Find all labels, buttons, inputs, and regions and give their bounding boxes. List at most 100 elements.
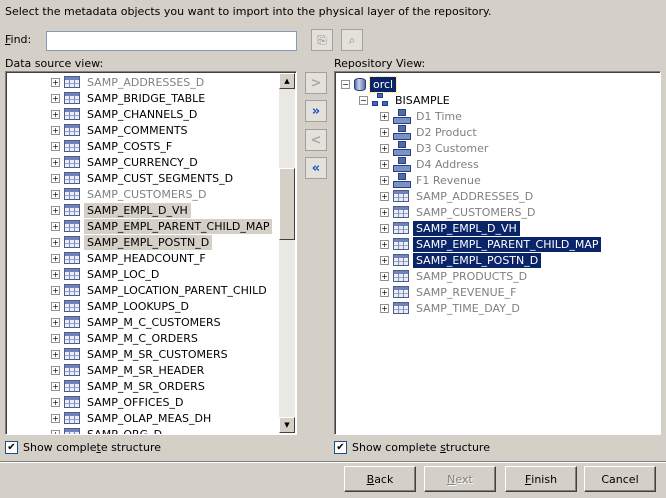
repo-item[interactable]: + D2 Product	[380, 124, 480, 140]
ds-table-item[interactable]: + SAMP_LOC_D	[51, 266, 162, 282]
data-source-tree[interactable]: + SAMP_ADDRESSES_D + SAMP_BRIDGE_TABLE + SAMP…	[5, 71, 297, 435]
expand-icon[interactable]: +	[51, 301, 60, 311]
ds-table-item[interactable]: + SAMP_M_C_ORDERS	[51, 330, 201, 346]
ds-table-item[interactable]: + SAMP_CURRENCY_D	[51, 154, 201, 170]
scroll-down-button[interactable]: ▼	[279, 417, 295, 433]
tree-node-bisample[interactable]: − BISAMPLE	[359, 92, 453, 108]
ds-table-item[interactable]: + SAMP_ADDRESSES_D	[51, 74, 207, 90]
repo-item[interactable]: + SAMP_ADDRESSES_D	[380, 188, 536, 204]
repo-item[interactable]: + SAMP_CUSTOMERS_D	[380, 204, 538, 220]
table-icon	[64, 220, 80, 232]
scroll-up-button[interactable]: ▲	[279, 73, 295, 89]
expand-icon[interactable]: +	[51, 413, 60, 423]
repo-item[interactable]: + D4 Address	[380, 156, 482, 172]
expand-icon[interactable]: +	[51, 397, 60, 407]
repo-show-complete-structure-checkbox[interactable]: ✔ Show complete structure	[334, 441, 490, 454]
expand-icon[interactable]: +	[380, 271, 389, 281]
ds-table-item[interactable]: + SAMP_M_SR_CUSTOMERS	[51, 346, 231, 362]
expand-icon[interactable]: +	[380, 111, 389, 121]
expand-icon[interactable]: +	[51, 109, 60, 119]
expand-icon[interactable]: +	[380, 159, 389, 169]
repo-item[interactable]: + D1 Time	[380, 108, 465, 124]
ds-table-item[interactable]: + SAMP_M_SR_ORDERS	[51, 378, 208, 394]
remove-all-button[interactable]: «	[305, 157, 327, 179]
ds-table-item[interactable]: + SAMP_LOCATION_PARENT_CHILD	[51, 282, 270, 298]
expand-icon[interactable]: +	[51, 189, 60, 199]
ds-table-item[interactable]: + SAMP_LOOKUPS_D	[51, 298, 192, 314]
expand-icon[interactable]: +	[380, 207, 389, 217]
ds-table-item[interactable]: + SAMP_EMPL_POSTN_D	[51, 234, 213, 250]
next-button[interactable]: Next	[424, 466, 496, 492]
find-next-icon[interactable]: ⎘	[311, 29, 333, 51]
ds-table-item[interactable]: + SAMP_ORG_D	[51, 426, 165, 434]
expand-icon[interactable]: +	[51, 381, 60, 391]
repo-item[interactable]: + F1 Revenue	[380, 172, 484, 188]
expand-icon[interactable]: +	[380, 143, 389, 153]
finish-button[interactable]: Finish	[505, 466, 577, 492]
scroll-thumb[interactable]	[279, 168, 295, 240]
find-input[interactable]	[46, 31, 297, 51]
expand-icon[interactable]: +	[380, 255, 389, 265]
expand-icon[interactable]: +	[51, 269, 60, 279]
ds-table-item[interactable]: + SAMP_OLAP_MEAS_DH	[51, 410, 214, 426]
add-all-button[interactable]: »	[305, 100, 327, 122]
repository-tree[interactable]: − orcl − BISAMPLE + D1 Time + D2 Product + D3…	[334, 71, 661, 435]
expand-icon[interactable]: +	[51, 157, 60, 167]
expand-icon[interactable]: +	[380, 175, 389, 185]
expand-icon[interactable]: +	[51, 365, 60, 375]
ds-table-item[interactable]: + SAMP_BRIDGE_TABLE	[51, 90, 208, 106]
expand-icon[interactable]: +	[51, 285, 60, 295]
expand-icon[interactable]: +	[51, 317, 60, 327]
expand-icon[interactable]: +	[51, 221, 60, 231]
remove-selected-button[interactable]: <	[305, 129, 327, 151]
table-icon	[64, 412, 80, 424]
expand-icon[interactable]: +	[380, 127, 389, 137]
cancel-button[interactable]: Cancel	[584, 466, 656, 492]
expand-icon[interactable]: +	[51, 349, 60, 359]
collapse-icon[interactable]: −	[341, 79, 350, 89]
repo-item[interactable]: + SAMP_EMPL_PARENT_CHILD_MAP	[380, 236, 602, 252]
expand-icon[interactable]: +	[380, 223, 389, 233]
repo-item[interactable]: + SAMP_TIME_DAY_D	[380, 300, 523, 316]
repo-item[interactable]: + SAMP_EMPL_D_VH	[380, 220, 520, 236]
ds-show-complete-structure-checkbox[interactable]: ✔ Show complete structure	[5, 441, 161, 454]
expand-icon[interactable]: +	[51, 77, 60, 87]
repo-item[interactable]: + SAMP_REVENUE_F	[380, 284, 519, 300]
expand-icon[interactable]: +	[51, 173, 60, 183]
expand-icon[interactable]: +	[380, 287, 389, 297]
ds-table-item[interactable]: + SAMP_CHANNELS_D	[51, 106, 200, 122]
expand-icon[interactable]: +	[51, 429, 60, 434]
expand-icon[interactable]: +	[380, 239, 389, 249]
expand-icon[interactable]: +	[51, 141, 60, 151]
repo-item[interactable]: + D3 Customer	[380, 140, 491, 156]
ds-table-item[interactable]: + SAMP_COSTS_F	[51, 138, 175, 154]
data-source-scrollbar[interactable]: ▲ ▼	[279, 73, 295, 433]
ds-table-item[interactable]: + SAMP_HEADCOUNT_F	[51, 250, 209, 266]
collapse-icon[interactable]: −	[359, 95, 368, 105]
expand-icon[interactable]: +	[51, 205, 60, 215]
add-selected-button[interactable]: >	[305, 72, 327, 94]
ds-table-item[interactable]: + SAMP_M_C_CUSTOMERS	[51, 314, 224, 330]
back-button[interactable]: Back	[344, 466, 416, 492]
expand-icon[interactable]: +	[380, 191, 389, 201]
ds-table-item[interactable]: + SAMP_EMPL_D_VH	[51, 202, 191, 218]
checkbox-check-icon[interactable]: ✔	[5, 441, 18, 454]
find-all-icon[interactable]: ⌕	[341, 29, 363, 51]
ds-table-item[interactable]: + SAMP_CUST_SEGMENTS_D	[51, 170, 236, 186]
repo-item[interactable]: + SAMP_EMPL_POSTN_D	[380, 252, 542, 268]
expand-icon[interactable]: +	[51, 93, 60, 103]
expand-icon[interactable]: +	[51, 237, 60, 247]
expand-icon[interactable]: +	[51, 253, 60, 263]
expand-icon[interactable]: +	[51, 333, 60, 343]
ds-table-item[interactable]: + SAMP_EMPL_PARENT_CHILD_MAP	[51, 218, 273, 234]
ds-table-item[interactable]: + SAMP_COMMENTS	[51, 122, 191, 138]
button-divider	[0, 461, 666, 463]
checkbox-check-icon[interactable]: ✔	[334, 441, 347, 454]
ds-table-item[interactable]: + SAMP_M_SR_HEADER	[51, 362, 207, 378]
expand-icon[interactable]: +	[380, 303, 389, 313]
ds-table-item[interactable]: + SAMP_OFFICES_D	[51, 394, 186, 410]
ds-table-item[interactable]: + SAMP_CUSTOMERS_D	[51, 186, 209, 202]
tree-node-orcl[interactable]: − orcl	[341, 75, 398, 93]
repo-item[interactable]: + SAMP_PRODUCTS_D	[380, 268, 530, 284]
expand-icon[interactable]: +	[51, 125, 60, 135]
